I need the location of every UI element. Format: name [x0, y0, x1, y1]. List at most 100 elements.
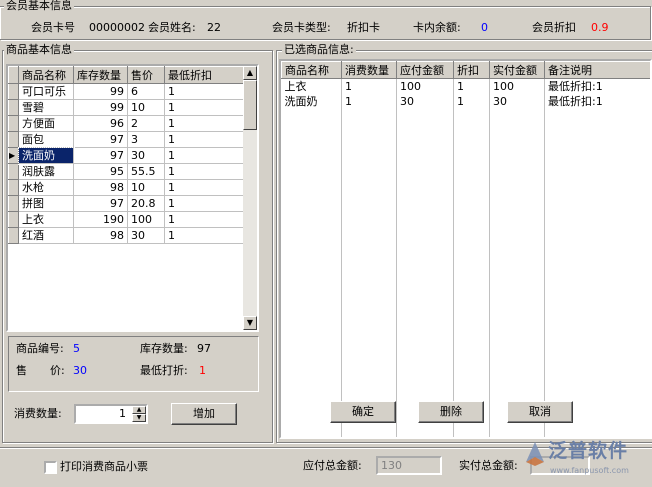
product-stock-cell[interactable]: 95: [73, 163, 128, 180]
sel-name-cell[interactable]: 洗面奶: [281, 94, 342, 109]
product-name-cell[interactable]: 方便面: [18, 115, 74, 132]
sel-note-cell[interactable]: 最低折扣:1: [544, 94, 650, 109]
product-name-cell[interactable]: 拼图: [18, 195, 74, 212]
product-min-discount-cell[interactable]: 1: [164, 163, 244, 180]
row-indicator[interactable]: [8, 227, 19, 244]
product-min-discount-cell[interactable]: 1: [164, 115, 244, 132]
print-receipt-checkbox[interactable]: [44, 461, 57, 474]
delete-button[interactable]: 删除: [418, 401, 484, 423]
product-stock-cell[interactable]: 98: [73, 179, 128, 196]
product-stock-cell[interactable]: 190: [73, 211, 128, 228]
product-name-cell[interactable]: 可口可乐: [18, 83, 74, 100]
col-sel-payable[interactable]: 应付金额: [396, 61, 454, 79]
product-min-discount-cell[interactable]: 1: [164, 179, 244, 196]
col-price[interactable]: 售价: [127, 66, 165, 84]
product-price-cell[interactable]: 100: [127, 211, 165, 228]
product-grid[interactable]: 商品名称 库存数量 售价 最低折扣 可口可乐 99 6 1 雪碧 99 10 1 方便面 96 2 1…: [6, 64, 259, 332]
product-table: 商品名称 库存数量 售价 最低折扣 可口可乐 99 6 1 雪碧 99 10 1 方便面 96 2 1…: [8, 66, 244, 244]
product-min-discount-cell[interactable]: 1: [164, 83, 244, 100]
selected-grid[interactable]: 商品名称 消费数量 应付金额 折扣 实付金额 备注说明 上衣 1 100 1 100 最低…: [279, 59, 652, 439]
confirm-button[interactable]: 确定: [330, 401, 396, 423]
product-name-cell[interactable]: 雪碧: [18, 99, 74, 116]
product-name-cell[interactable]: 红酒: [18, 227, 74, 244]
product-min-discount-cell[interactable]: 1: [164, 147, 244, 164]
col-stock[interactable]: 库存数量: [73, 66, 128, 84]
row-indicator[interactable]: [8, 83, 19, 100]
product-price-cell[interactable]: 20.8: [127, 195, 165, 212]
product-grid-scrollbar[interactable]: ▲ ▼: [243, 66, 257, 330]
product-price-cell[interactable]: 3: [127, 131, 165, 148]
product-row[interactable]: 润肤露 95 55.5 1: [8, 163, 244, 180]
product-name-cell[interactable]: 水枪: [18, 179, 74, 196]
product-row[interactable]: 水枪 98 10 1: [8, 179, 244, 196]
cancel-button[interactable]: 取消: [507, 401, 573, 423]
sel-paid-cell[interactable]: 30: [489, 94, 545, 109]
sel-paid-cell[interactable]: 100: [489, 78, 545, 94]
add-button[interactable]: 增加: [171, 403, 237, 425]
product-stock-cell[interactable]: 97: [73, 147, 128, 164]
row-indicator[interactable]: [8, 163, 19, 180]
sel-qty-cell[interactable]: 1: [341, 94, 397, 109]
product-stock-cell[interactable]: 97: [73, 131, 128, 148]
row-indicator[interactable]: [8, 115, 19, 132]
product-row[interactable]: 雪碧 99 10 1: [8, 99, 244, 116]
product-name-cell[interactable]: 洗面奶: [17, 146, 75, 165]
product-row[interactable]: 拼图 97 20.8 1: [8, 195, 244, 212]
product-price-cell[interactable]: 55.5: [127, 163, 165, 180]
product-row[interactable]: 红酒 98 30 1: [8, 227, 244, 244]
col-product-name[interactable]: 商品名称: [18, 66, 74, 84]
product-stock-cell[interactable]: 99: [73, 99, 128, 116]
product-price-cell[interactable]: 30: [127, 147, 165, 164]
row-indicator[interactable]: [8, 211, 19, 228]
sel-payable-cell[interactable]: 100: [396, 78, 454, 94]
scroll-thumb[interactable]: [243, 80, 257, 130]
sel-qty-cell[interactable]: 1: [341, 78, 397, 94]
sel-discount-cell[interactable]: 1: [453, 94, 490, 109]
row-indicator[interactable]: [8, 195, 19, 212]
sel-payable-cell[interactable]: 30: [396, 94, 454, 109]
stepper-down-icon[interactable]: ▼: [132, 414, 146, 422]
product-name-cell[interactable]: 润肤露: [18, 163, 74, 180]
product-price-cell[interactable]: 6: [127, 83, 165, 100]
col-sel-qty[interactable]: 消费数量: [341, 61, 397, 79]
product-stock-cell[interactable]: 98: [73, 227, 128, 244]
col-sel-paid[interactable]: 实付金额: [489, 61, 545, 79]
product-min-discount-cell[interactable]: 1: [164, 99, 244, 116]
product-row[interactable]: ▶ 洗面奶 97 30 1: [8, 146, 244, 165]
col-sel-discount[interactable]: 折扣: [453, 61, 490, 79]
product-stock-cell[interactable]: 97: [73, 195, 128, 212]
product-price-cell[interactable]: 10: [127, 99, 165, 116]
product-name-cell[interactable]: 上衣: [18, 211, 74, 228]
product-name-cell[interactable]: 面包: [18, 131, 74, 148]
product-code-label: 商品编号:: [16, 342, 64, 355]
product-price-cell[interactable]: 2: [127, 115, 165, 132]
product-row[interactable]: 面包 97 3 1: [8, 131, 244, 148]
product-price-cell[interactable]: 10: [127, 179, 165, 196]
sel-discount-cell[interactable]: 1: [453, 78, 490, 94]
col-min-discount[interactable]: 最低折扣: [164, 66, 244, 84]
selected-row[interactable]: 洗面奶 1 30 1 30 最低折扣:1: [281, 94, 650, 109]
row-indicator[interactable]: [8, 179, 19, 196]
product-stock-cell[interactable]: 96: [73, 115, 128, 132]
row-indicator[interactable]: [8, 131, 19, 148]
sel-note-cell[interactable]: 最低折扣:1: [544, 78, 650, 94]
product-min-discount-cell[interactable]: 1: [164, 227, 244, 244]
sel-name-cell[interactable]: 上衣: [281, 78, 342, 94]
selected-row[interactable]: 上衣 1 100 1 100 最低折扣:1: [281, 78, 650, 94]
stepper-up-icon[interactable]: ▲: [132, 406, 146, 414]
product-row[interactable]: 可口可乐 99 6 1: [8, 83, 244, 100]
col-sel-name[interactable]: 商品名称: [281, 61, 342, 79]
scroll-down-icon[interactable]: ▼: [243, 316, 257, 330]
product-min-discount-cell[interactable]: 1: [164, 131, 244, 148]
col-sel-note[interactable]: 备注说明: [544, 61, 650, 79]
product-price-cell[interactable]: 30: [127, 227, 165, 244]
quantity-stepper[interactable]: 1 ▲ ▼: [74, 404, 148, 424]
product-stock-cell[interactable]: 99: [73, 83, 128, 100]
product-row[interactable]: 上衣 190 100 1: [8, 211, 244, 228]
scroll-up-icon[interactable]: ▲: [243, 66, 257, 80]
row-indicator[interactable]: ▶: [8, 147, 19, 164]
product-min-discount-cell[interactable]: 1: [164, 211, 244, 228]
product-row[interactable]: 方便面 96 2 1: [8, 115, 244, 132]
row-indicator[interactable]: [8, 99, 19, 116]
product-min-discount-cell[interactable]: 1: [164, 195, 244, 212]
